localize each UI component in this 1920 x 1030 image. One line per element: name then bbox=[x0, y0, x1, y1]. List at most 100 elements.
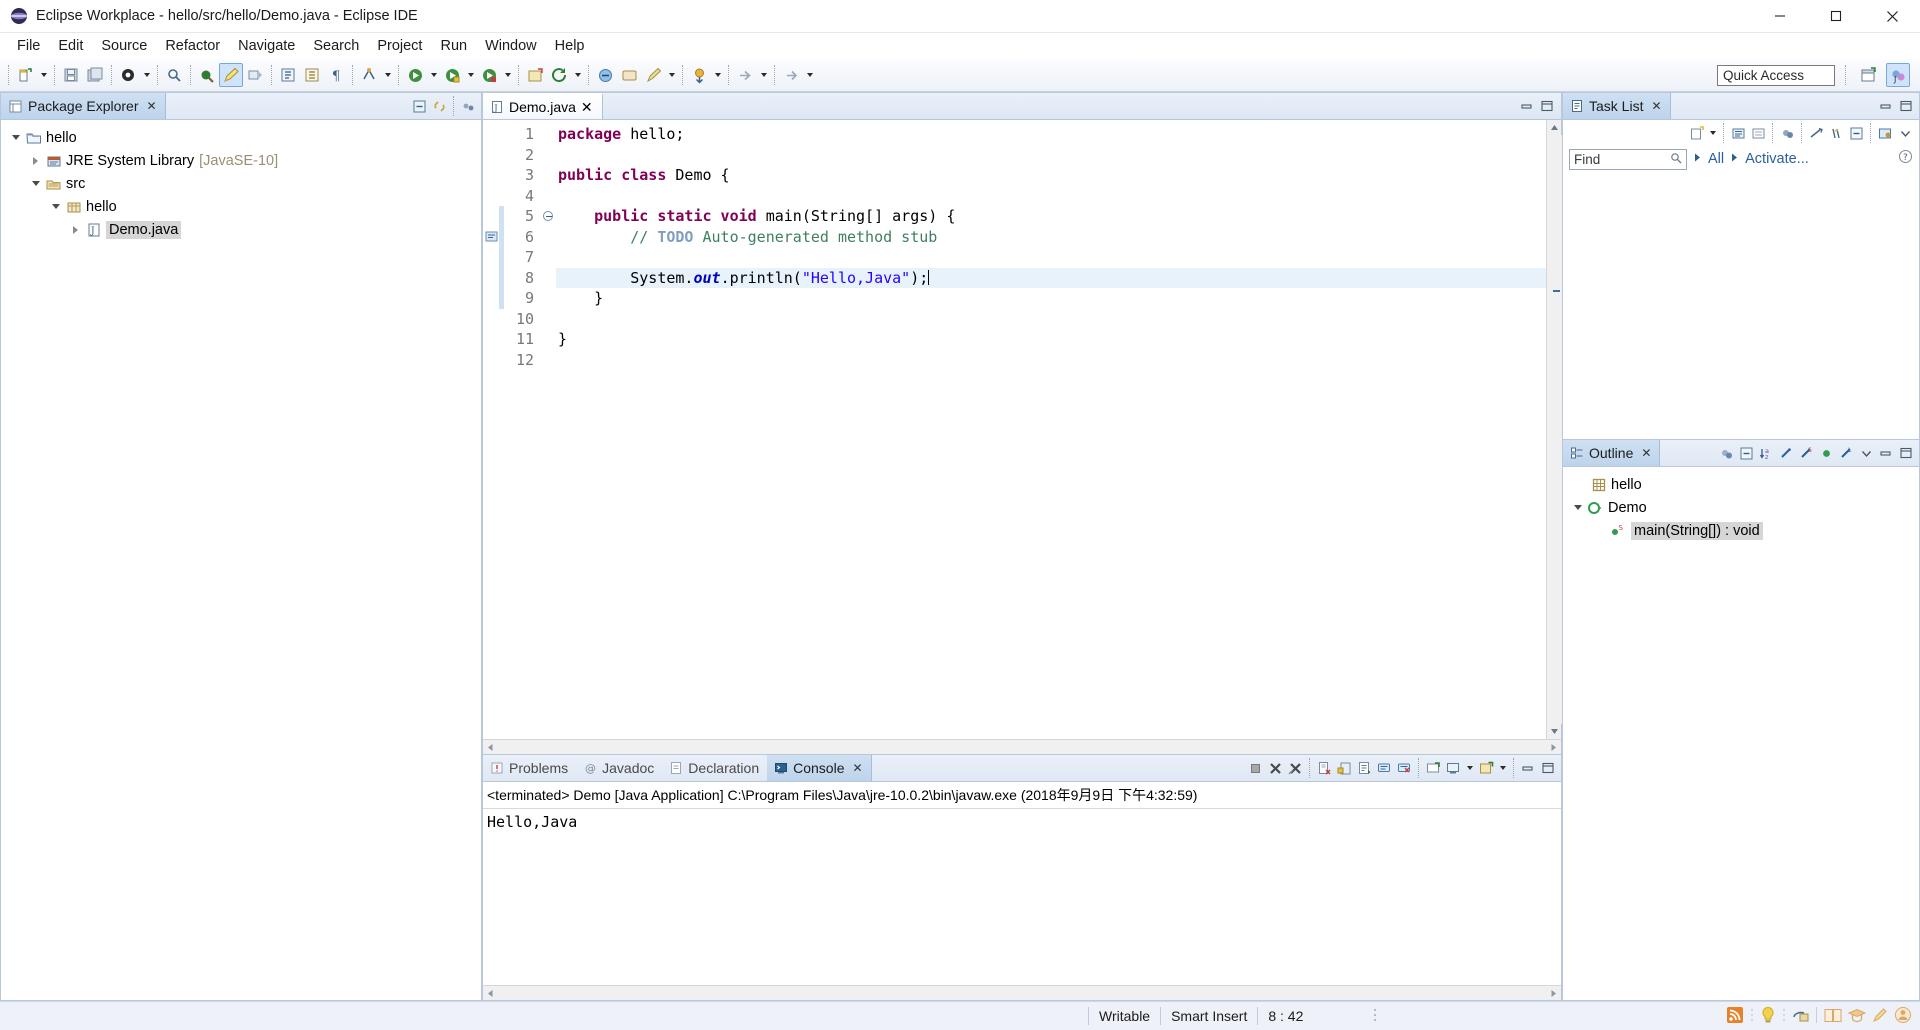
java-perspective-icon[interactable]: J bbox=[1886, 63, 1910, 87]
maximize-icon[interactable] bbox=[1896, 96, 1916, 116]
focus-task-icon[interactable] bbox=[1716, 443, 1736, 463]
tab-problems[interactable]: Problems bbox=[483, 755, 576, 781]
todo-marker-icon[interactable] bbox=[483, 227, 499, 248]
outline-item-main-method[interactable]: S main(String[]) : void bbox=[1567, 519, 1919, 542]
maximize-icon[interactable] bbox=[1538, 758, 1558, 778]
menu-file[interactable]: File bbox=[8, 35, 49, 57]
scroll-up-icon[interactable] bbox=[1547, 120, 1562, 135]
focus-icon[interactable] bbox=[1777, 123, 1797, 143]
editor-tab-demo-java[interactable]: J Demo.java ✕ bbox=[483, 93, 603, 119]
debug-dropdown-icon[interactable] bbox=[427, 63, 440, 87]
tree-item-src[interactable]: src bbox=[5, 172, 481, 195]
scroll-right-icon[interactable] bbox=[1546, 986, 1561, 1001]
code-line[interactable]: } bbox=[556, 329, 1546, 350]
folding-ruler[interactable] bbox=[540, 120, 556, 739]
remove-all-icon[interactable] bbox=[1285, 758, 1305, 778]
annotation-gutter[interactable] bbox=[483, 120, 499, 739]
filter-activate-link[interactable]: Activate... bbox=[1745, 151, 1809, 167]
filter-all-link[interactable]: All bbox=[1708, 151, 1724, 167]
save-icon[interactable] bbox=[59, 63, 83, 87]
maximize-button[interactable] bbox=[1808, 0, 1864, 33]
sort-icon[interactable]: az bbox=[1756, 443, 1776, 463]
editor-area[interactable]: 1 2 3 4 5 6 7 8 9 10 11 12 package hello… bbox=[483, 120, 1562, 739]
open-console-icon[interactable] bbox=[1476, 758, 1496, 778]
minimize-button[interactable] bbox=[1752, 0, 1808, 33]
hide-non-public-icon[interactable] bbox=[1816, 443, 1836, 463]
next-annotation-icon[interactable] bbox=[276, 63, 300, 87]
view-menu-icon[interactable] bbox=[458, 96, 478, 116]
show-console-output-icon[interactable] bbox=[1374, 758, 1394, 778]
link-editor-icon[interactable] bbox=[1875, 123, 1895, 143]
code-line[interactable]: package hello; bbox=[556, 124, 1546, 145]
view-menu-icon[interactable] bbox=[1895, 123, 1915, 143]
java-class-icon[interactable] bbox=[116, 63, 140, 87]
scroll-down-icon[interactable] bbox=[1547, 724, 1562, 739]
tab-task-list[interactable]: Task List ✕ bbox=[1563, 93, 1671, 119]
code-line[interactable]: } bbox=[556, 288, 1546, 309]
open-console-dropdown-icon[interactable] bbox=[1496, 756, 1509, 780]
categorized-icon[interactable] bbox=[1728, 123, 1748, 143]
scroll-left-icon[interactable] bbox=[483, 740, 498, 755]
toggle-breadcrumb-icon[interactable] bbox=[243, 63, 267, 87]
menu-window[interactable]: Window bbox=[476, 35, 546, 57]
fold-toggle-icon[interactable] bbox=[540, 206, 556, 227]
expand-arrow-icon[interactable] bbox=[27, 181, 44, 186]
open-perspective-icon[interactable] bbox=[1856, 63, 1880, 87]
view-menu-icon[interactable] bbox=[1856, 443, 1876, 463]
tree-item-demo-java[interactable]: J Demo.java bbox=[5, 218, 481, 241]
menu-project[interactable]: Project bbox=[368, 35, 431, 57]
menu-navigate[interactable]: Navigate bbox=[229, 35, 304, 57]
close-icon[interactable]: ✕ bbox=[853, 761, 863, 775]
code-line[interactable]: public static void main(String[] args) { bbox=[556, 206, 1546, 227]
maximize-icon[interactable] bbox=[1537, 96, 1557, 116]
search-icon[interactable] bbox=[1670, 152, 1682, 167]
menu-search[interactable]: Search bbox=[304, 35, 368, 57]
last-edit-icon[interactable] bbox=[357, 63, 381, 87]
display-console-icon[interactable] bbox=[1443, 758, 1463, 778]
close-icon[interactable]: ✕ bbox=[1641, 446, 1651, 460]
new-file-icon[interactable] bbox=[13, 63, 37, 87]
terminate-icon[interactable] bbox=[1245, 758, 1265, 778]
expand-arrow-icon[interactable] bbox=[1569, 505, 1586, 510]
menu-refactor[interactable]: Refactor bbox=[156, 35, 229, 57]
new-project-icon[interactable] bbox=[523, 63, 547, 87]
tab-package-explorer[interactable]: Package Explorer ✕ bbox=[1, 93, 166, 119]
refresh-icon[interactable] bbox=[547, 63, 571, 87]
previous-annotation-icon[interactable] bbox=[300, 63, 324, 87]
task-find-input[interactable]: Find bbox=[1569, 148, 1687, 170]
clear-console-icon[interactable] bbox=[1314, 758, 1334, 778]
history-icon[interactable] bbox=[779, 63, 803, 87]
open-type-icon[interactable] bbox=[195, 63, 219, 87]
console-output-text[interactable]: Hello,Java bbox=[483, 809, 1561, 985]
close-icon[interactable]: ✕ bbox=[581, 99, 593, 116]
coverage-icon[interactable] bbox=[477, 63, 501, 87]
debug-icon[interactable] bbox=[403, 63, 427, 87]
outline-item-demo[interactable]: Demo bbox=[1567, 496, 1919, 519]
code-line[interactable]: // TODO Auto-generated method stub bbox=[556, 227, 1546, 248]
java-perspective-icon[interactable] bbox=[1792, 1006, 1810, 1027]
annotate-dropdown-icon[interactable] bbox=[665, 63, 678, 87]
code-line[interactable] bbox=[556, 247, 1546, 268]
back-dropdown-icon[interactable] bbox=[711, 63, 724, 87]
minimize-icon[interactable] bbox=[1876, 443, 1896, 463]
back-icon[interactable] bbox=[687, 63, 711, 87]
tab-javadoc[interactable]: @ Javadoc bbox=[576, 755, 662, 781]
maximize-icon[interactable] bbox=[1896, 443, 1916, 463]
tab-console[interactable]: Console ✕ bbox=[767, 755, 872, 781]
history-dropdown-icon[interactable] bbox=[803, 63, 816, 87]
scroll-right-icon[interactable] bbox=[1546, 740, 1561, 755]
scheduled-icon[interactable] bbox=[1748, 123, 1768, 143]
collapse-all-icon[interactable] bbox=[409, 96, 429, 116]
run-icon[interactable] bbox=[440, 63, 464, 87]
new-task-icon[interactable] bbox=[1686, 123, 1706, 143]
search-icon[interactable] bbox=[162, 63, 186, 87]
expand-arrow-icon[interactable] bbox=[47, 204, 64, 209]
menu-help[interactable]: Help bbox=[546, 35, 594, 57]
graduation-cap-icon[interactable] bbox=[1847, 1007, 1867, 1026]
paragraph-icon[interactable]: ¶ bbox=[324, 63, 348, 87]
remove-icon[interactable] bbox=[1265, 758, 1285, 778]
help-icon[interactable]: ? bbox=[1898, 149, 1913, 169]
collapse-all-icon[interactable] bbox=[1846, 123, 1866, 143]
forward-icon[interactable] bbox=[733, 63, 757, 87]
user-icon[interactable] bbox=[1894, 1006, 1912, 1027]
